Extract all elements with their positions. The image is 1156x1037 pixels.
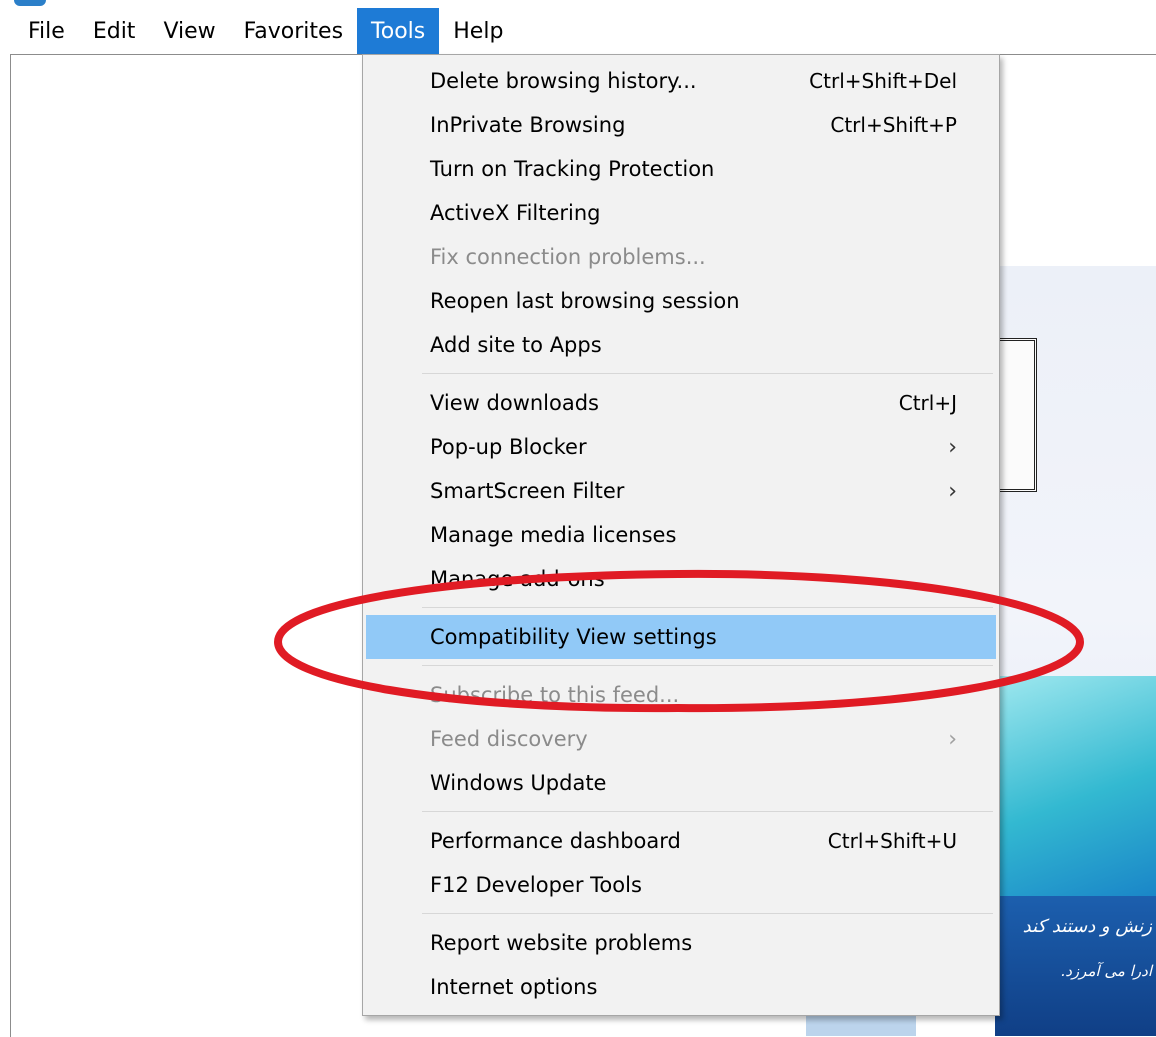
menu-item-label: View downloads bbox=[430, 391, 599, 415]
browser-logo-icon bbox=[14, 0, 46, 6]
menu-item-manage-media-licenses[interactable]: Manage media licenses bbox=[363, 513, 999, 557]
menu-item-label: Internet options bbox=[430, 975, 598, 999]
menu-item-inprivate-browsing[interactable]: InPrivate Browsing Ctrl+Shift+P bbox=[363, 103, 999, 147]
menu-separator bbox=[422, 607, 993, 608]
menu-item-fix-connection-problems: Fix connection problems... bbox=[363, 235, 999, 279]
chevron-right-icon: › bbox=[948, 434, 957, 460]
menu-item-label: SmartScreen Filter bbox=[430, 479, 625, 503]
menu-item-label: Compatibility View settings bbox=[430, 625, 717, 649]
menu-item-popup-blocker[interactable]: Pop-up Blocker › bbox=[363, 425, 999, 469]
menu-item-add-site-to-apps[interactable]: Add site to Apps bbox=[363, 323, 999, 367]
menu-item-manage-add-ons[interactable]: Manage add-ons bbox=[363, 557, 999, 601]
menu-item-tracking-protection[interactable]: Turn on Tracking Protection bbox=[363, 147, 999, 191]
menu-item-shortcut: Ctrl+Shift+U bbox=[827, 829, 957, 853]
menu-item-performance-dashboard[interactable]: Performance dashboard Ctrl+Shift+U bbox=[363, 819, 999, 863]
menu-item-label: Performance dashboard bbox=[430, 829, 681, 853]
tools-menu-dropdown: Delete browsing history... Ctrl+Shift+De… bbox=[362, 54, 1000, 1016]
menu-item-view-downloads[interactable]: View downloads Ctrl+J bbox=[363, 381, 999, 425]
menu-item-label: ActiveX Filtering bbox=[430, 201, 601, 225]
menu-item-label: Subscribe to this feed... bbox=[430, 683, 680, 707]
menu-item-label: Reopen last browsing session bbox=[430, 289, 740, 313]
menu-item-label: Turn on Tracking Protection bbox=[430, 157, 715, 181]
arabic-caption-2: ادرا می آمرزد. bbox=[1060, 962, 1152, 980]
menu-item-label: Windows Update bbox=[430, 771, 607, 795]
arabic-caption-1: زنش و دستند کند bbox=[1022, 916, 1152, 937]
menu-item-label: Fix connection problems... bbox=[430, 245, 706, 269]
menu-item-label: Manage media licenses bbox=[430, 523, 677, 547]
menu-item-label: Feed discovery bbox=[430, 727, 588, 751]
menu-item-compatibility-view-settings[interactable]: Compatibility View settings bbox=[366, 615, 996, 659]
menu-item-shortcut: Ctrl+Shift+P bbox=[830, 113, 957, 137]
menu-item-reopen-last-session[interactable]: Reopen last browsing session bbox=[363, 279, 999, 323]
menu-separator bbox=[422, 913, 993, 914]
menu-edit[interactable]: Edit bbox=[79, 8, 150, 54]
menu-item-delete-browsing-history[interactable]: Delete browsing history... Ctrl+Shift+De… bbox=[363, 59, 999, 103]
menu-item-label: Delete browsing history... bbox=[430, 69, 697, 93]
menu-bar: File Edit View Favorites Tools Help bbox=[0, 8, 1156, 54]
menu-item-internet-options[interactable]: Internet options bbox=[363, 965, 999, 1009]
window-top-edge bbox=[0, 0, 1156, 8]
banner-dark-image: زنش و دستند کند ادرا می آمرزد. bbox=[995, 896, 1156, 1036]
menu-tools[interactable]: Tools bbox=[357, 8, 440, 54]
menu-item-label: Manage add-ons bbox=[430, 567, 605, 591]
background-page-image: زنش و دستند کند ادرا می آمرزد. bbox=[995, 266, 1156, 1036]
menu-item-feed-discovery: Feed discovery › bbox=[363, 717, 999, 761]
menu-item-label: F12 Developer Tools bbox=[430, 873, 642, 897]
menu-item-smartscreen-filter[interactable]: SmartScreen Filter › bbox=[363, 469, 999, 513]
menu-item-windows-update[interactable]: Windows Update bbox=[363, 761, 999, 805]
background-page-strip bbox=[806, 1014, 916, 1036]
menu-item-shortcut: Ctrl+Shift+Del bbox=[809, 69, 957, 93]
chevron-right-icon: › bbox=[948, 478, 957, 504]
menu-file[interactable]: File bbox=[0, 8, 79, 54]
menu-favorites[interactable]: Favorites bbox=[230, 8, 357, 54]
menu-item-shortcut: Ctrl+J bbox=[898, 391, 957, 415]
banner-sky-image bbox=[995, 676, 1156, 896]
menu-item-f12-developer-tools[interactable]: F12 Developer Tools bbox=[363, 863, 999, 907]
menu-separator bbox=[422, 665, 993, 666]
menu-item-report-website-problems[interactable]: Report website problems bbox=[363, 921, 999, 965]
menu-separator bbox=[422, 373, 993, 374]
framed-logo-image bbox=[997, 338, 1037, 492]
menu-item-label: Add site to Apps bbox=[430, 333, 602, 357]
chevron-right-icon: › bbox=[948, 726, 957, 752]
menu-item-label: Pop-up Blocker bbox=[430, 435, 587, 459]
menu-help[interactable]: Help bbox=[439, 8, 517, 54]
menu-item-subscribe-to-feed: Subscribe to this feed... bbox=[363, 673, 999, 717]
menu-item-label: Report website problems bbox=[430, 931, 693, 955]
menu-item-label: InPrivate Browsing bbox=[430, 113, 626, 137]
menu-separator bbox=[422, 811, 993, 812]
menu-item-activex-filtering[interactable]: ActiveX Filtering bbox=[363, 191, 999, 235]
menu-view[interactable]: View bbox=[149, 8, 229, 54]
